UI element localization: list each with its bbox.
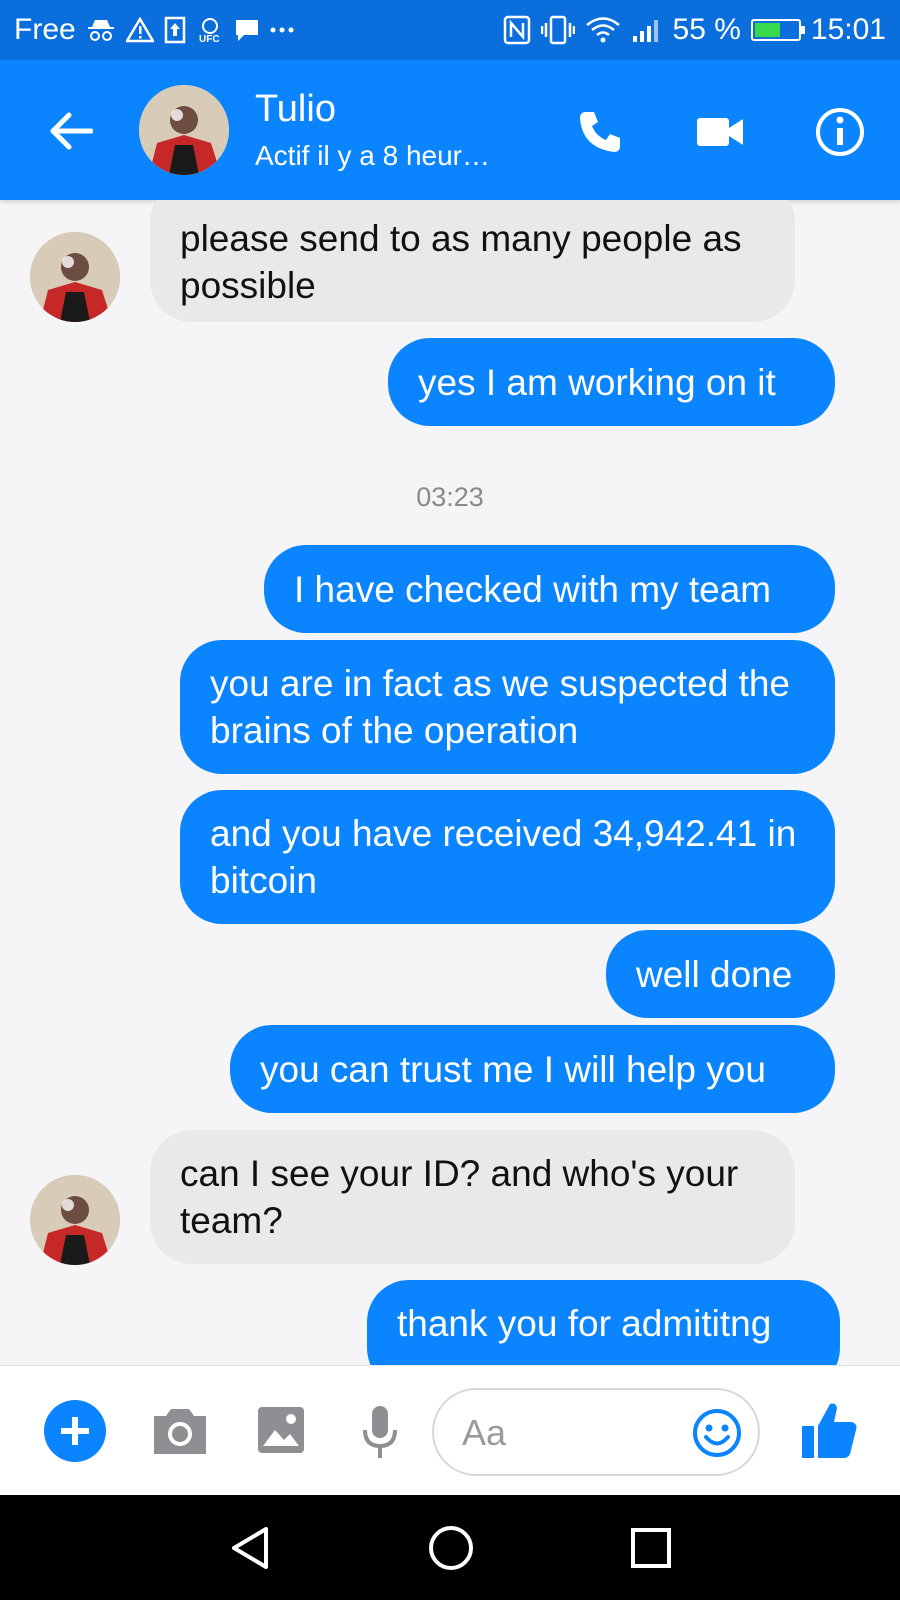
warning-icon bbox=[125, 17, 154, 43]
message-input[interactable] bbox=[462, 1410, 682, 1456]
message-composer bbox=[0, 1365, 900, 1495]
square-recents-icon bbox=[631, 1528, 671, 1568]
ufc-icon: UFC bbox=[196, 16, 224, 44]
person-photo-icon bbox=[30, 232, 120, 322]
outgoing-message[interactable]: you are in fact as we suspected the brai… bbox=[180, 640, 835, 774]
battery-percent: 55 % bbox=[672, 13, 741, 46]
plus-icon bbox=[61, 1417, 89, 1445]
status-right: 55 % 15:01 bbox=[503, 13, 886, 47]
outgoing-message[interactable]: thank you for admititng bbox=[367, 1280, 840, 1365]
battery-icon bbox=[750, 19, 805, 41]
wifi-icon bbox=[585, 16, 621, 44]
nfc-icon bbox=[503, 15, 531, 45]
chat-icon bbox=[234, 17, 260, 43]
status-bar: Free UFC 55 % 15:01 bbox=[0, 0, 900, 60]
thumbs-up-icon bbox=[802, 1403, 857, 1458]
status-left: Free UFC bbox=[14, 13, 294, 47]
microphone-icon bbox=[363, 1406, 397, 1458]
contact-avatar[interactable] bbox=[139, 85, 229, 175]
like-button[interactable] bbox=[800, 1398, 860, 1462]
image-icon bbox=[258, 1407, 304, 1453]
nav-back-button[interactable] bbox=[226, 1523, 276, 1573]
nav-recents-button[interactable] bbox=[626, 1523, 676, 1573]
outgoing-message[interactable]: you can trust me I will help you bbox=[230, 1025, 835, 1113]
message-timestamp: 03:23 bbox=[416, 482, 484, 512]
incognito-icon bbox=[86, 17, 116, 43]
back-button[interactable] bbox=[46, 106, 96, 156]
camera-button[interactable] bbox=[150, 1404, 210, 1460]
clock: 15:01 bbox=[810, 13, 886, 46]
camera-icon bbox=[154, 1409, 206, 1454]
message-thread[interactable]: please send to as many people as possibl… bbox=[0, 200, 900, 1365]
vibrate-icon bbox=[540, 15, 575, 45]
system-navigation-bar bbox=[0, 1495, 900, 1600]
contact-name[interactable]: Tulio bbox=[255, 88, 336, 131]
phone-icon bbox=[580, 112, 620, 152]
more-actions-button[interactable] bbox=[44, 1400, 106, 1462]
triangle-back-icon bbox=[232, 1527, 268, 1569]
sender-avatar[interactable] bbox=[30, 232, 120, 322]
sender-avatar[interactable] bbox=[30, 1175, 120, 1265]
conversation-header: Tulio Actif il y a 8 heur… bbox=[0, 60, 900, 200]
incoming-message[interactable]: please send to as many people as possibl… bbox=[150, 200, 795, 322]
video-call-button[interactable] bbox=[690, 102, 750, 162]
battery-fill bbox=[754, 23, 781, 37]
emoji-button[interactable] bbox=[692, 1408, 742, 1458]
outgoing-message[interactable]: well done bbox=[606, 930, 835, 1018]
gallery-button[interactable] bbox=[255, 1404, 307, 1456]
info-button[interactable] bbox=[810, 102, 870, 162]
carrier-label: Free bbox=[14, 13, 76, 46]
person-photo-icon bbox=[30, 1175, 120, 1265]
info-icon bbox=[816, 108, 864, 156]
circle-home-icon bbox=[429, 1526, 473, 1570]
svg-text:UFC: UFC bbox=[199, 34, 220, 44]
arrow-left-icon bbox=[50, 112, 93, 150]
outgoing-message[interactable]: I have checked with my team bbox=[264, 545, 835, 633]
upload-icon bbox=[164, 16, 186, 44]
more-icon bbox=[270, 26, 294, 34]
outgoing-message[interactable]: yes I am working on it bbox=[388, 338, 835, 426]
nav-home-button[interactable] bbox=[426, 1523, 476, 1573]
person-photo-icon bbox=[139, 85, 229, 175]
message-input-field[interactable] bbox=[432, 1388, 760, 1476]
smiley-icon bbox=[693, 1409, 741, 1457]
signal-icon bbox=[631, 16, 663, 44]
outgoing-message[interactable]: and you have received 34,942.41 in bitco… bbox=[180, 790, 835, 924]
voice-button[interactable] bbox=[360, 1402, 400, 1462]
call-button[interactable] bbox=[570, 102, 630, 162]
video-camera-icon bbox=[697, 118, 743, 146]
incoming-message[interactable]: can I see your ID? and who's your team? bbox=[150, 1130, 795, 1264]
contact-status: Actif il y a 8 heur… bbox=[255, 140, 490, 171]
